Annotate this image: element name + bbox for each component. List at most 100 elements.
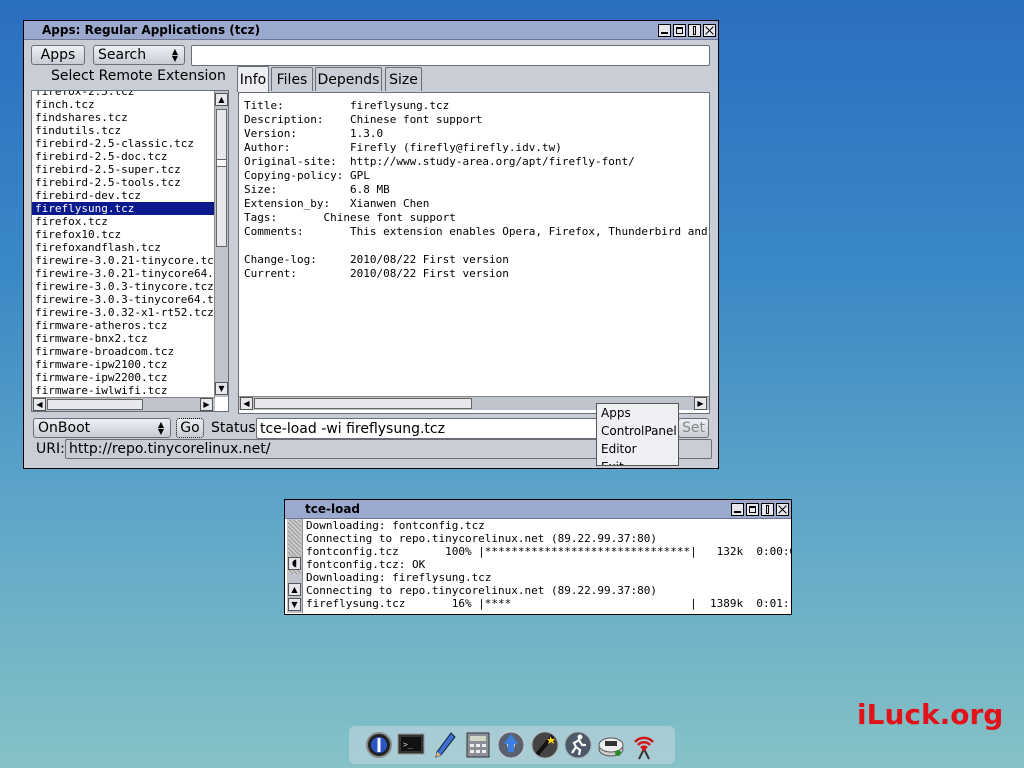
watermark-logo: iLuck.org xyxy=(857,698,1004,731)
terminal-scroll-down-icon[interactable]: ▼ xyxy=(288,598,301,611)
info-hscroll-thumb[interactable] xyxy=(254,398,472,409)
scroll-right-arrow-icon[interactable]: ▶ xyxy=(200,398,213,411)
tab-depends-label: Depends xyxy=(317,71,380,88)
terminal-line: fontconfig.tcz 100% |*******************… xyxy=(303,545,791,558)
extension-list-item[interactable]: firefox.tcz xyxy=(32,215,215,228)
terminal-line-text: Connecting to repo.tinycorelinux.net (89… xyxy=(306,532,657,545)
set-button[interactable]: Set xyxy=(678,418,709,438)
search-input[interactable] xyxy=(191,45,710,66)
scroll-down-arrow-icon[interactable]: ▼ xyxy=(215,382,228,395)
extension-list-item[interactable]: finch.tcz xyxy=(32,98,215,111)
terminal-output[interactable]: Downloading: fontconfig.tcz Connecting to… xyxy=(303,519,791,613)
hscroll-thumb[interactable] xyxy=(47,399,143,410)
info-line: Tags: Chinese font support xyxy=(244,211,456,224)
load-mode-select[interactable]: OnBoot ▲ ▼ xyxy=(33,418,171,438)
info-line: Comments: This extension enables Opera, … xyxy=(244,225,710,238)
extension-list[interactable]: firefox-2.5.tcz finch.tcz findshares.tcz fi… xyxy=(31,90,229,412)
terminal-line-text: fireflysung.tcz 16% |**** | 1389k 0:01:1… xyxy=(306,597,791,610)
tab-depends[interactable]: Depends xyxy=(315,67,382,91)
tab-files-label: Files xyxy=(276,71,308,88)
calculator-icon[interactable] xyxy=(463,730,493,760)
editor-pen-icon[interactable] xyxy=(430,730,460,760)
menu-item-apps[interactable]: Apps xyxy=(597,404,678,422)
status-label: Status xyxy=(211,420,256,436)
scroll-thumb[interactable] xyxy=(216,109,227,247)
power-icon[interactable] xyxy=(364,730,394,760)
info-line: Author: Firefly (firefly@firefly.idv.tw) xyxy=(244,141,562,154)
shade-button[interactable] xyxy=(688,23,701,37)
control-panel-icon[interactable] xyxy=(596,730,626,760)
extension-list-item[interactable]: firebird-2.5-classic.tcz xyxy=(32,137,215,150)
info-scroll-right-arrow-icon[interactable]: ▶ xyxy=(694,397,707,410)
extension-list-item[interactable]: firewire-3.0.32-x1-rt52.tcz xyxy=(32,306,215,319)
terminal-line-text: fontconfig.tcz 100% |*******************… xyxy=(306,545,791,558)
tab-files[interactable]: Files xyxy=(271,67,313,91)
apps-window-titlebar[interactable]: Apps: Regular Applications (tcz) xyxy=(24,21,718,40)
terminal-title: tce-load xyxy=(305,502,361,516)
extension-list-item[interactable]: findshares.tcz xyxy=(32,111,215,124)
load-mode-label: OnBoot xyxy=(38,420,91,436)
menu-item-controlpanel[interactable]: ControlPanel xyxy=(597,422,678,440)
extension-list-vscroll[interactable]: ▲ ▼ xyxy=(214,91,228,397)
uri-label: URI: xyxy=(36,441,65,457)
search-mode-select[interactable]: Search ▲ ▼ xyxy=(93,45,185,65)
info-line: Description: Chinese font support xyxy=(244,113,483,126)
extension-list-item[interactable]: firewire-3.0.3-tinycore64.tcz xyxy=(32,293,215,306)
set-label: Set xyxy=(682,420,705,436)
extension-list-item[interactable]: firmware-ipw2200.tcz xyxy=(32,371,215,384)
scroll-up-arrow-icon[interactable]: ▲ xyxy=(215,93,228,106)
extension-list-item[interactable]: findutils.tcz xyxy=(32,124,215,137)
terminal-scrollbar[interactable]: ◖ ▲ ▼ xyxy=(287,519,303,613)
mount-tool-icon[interactable] xyxy=(496,730,526,760)
tab-size-label: Size xyxy=(389,71,418,88)
extension-list-item[interactable]: firewire-3.0.3-tinycore.tcz xyxy=(32,280,215,293)
extension-list-item[interactable]: firebird-2.5-super.tcz xyxy=(32,163,215,176)
extension-list-item[interactable]: firmware-bnx2.tcz xyxy=(32,332,215,345)
info-line xyxy=(241,239,709,253)
maximize-button[interactable] xyxy=(746,502,759,516)
tab-info[interactable]: Info xyxy=(237,66,269,92)
extension-list-item[interactable]: firefoxandflash.tcz xyxy=(32,241,215,254)
menu-item-editor[interactable]: Editor xyxy=(597,440,678,458)
close-button[interactable] xyxy=(776,502,789,516)
extension-list-item[interactable]: firefox10.tcz xyxy=(32,228,215,241)
terminal-line-text: fontconfig.tcz: OK xyxy=(306,558,426,571)
wbar-popup-menu: Apps ControlPanel Editor Exit xyxy=(596,403,679,466)
extension-list-item[interactable]: firebird-dev.tcz xyxy=(32,189,215,202)
extension-list-item[interactable]: firebird-2.5-tools.tcz xyxy=(32,176,215,189)
updown-chevron-icon: ▲ ▼ xyxy=(157,420,164,436)
minimize-button[interactable] xyxy=(731,502,744,516)
info-scroll-left-arrow-icon[interactable]: ◀ xyxy=(240,397,253,410)
go-button[interactable]: Go xyxy=(176,418,204,438)
shade-button[interactable] xyxy=(761,502,774,516)
terminal-line: fireflysung.tcz 16% |**** | 1389k 0:01:1… xyxy=(303,597,791,610)
extension-list-item[interactable]: firmware-atheros.tcz xyxy=(32,319,215,332)
apps-menu-button[interactable]: Apps xyxy=(31,45,85,65)
close-button[interactable] xyxy=(703,23,716,37)
run-icon[interactable] xyxy=(563,730,593,760)
status-field: tce-load -wi fireflysung.tcz xyxy=(256,418,598,439)
menu-item-exit[interactable]: Exit xyxy=(597,458,678,465)
scroll-left-arrow-icon[interactable]: ◀ xyxy=(33,398,46,411)
terminal-titlebar[interactable]: tce-load xyxy=(285,500,791,519)
extension-list-item[interactable]: firewire-3.0.21-tinycore.tcz xyxy=(32,254,215,267)
info-line: Version: 1.3.0 xyxy=(244,127,384,140)
extension-list-item[interactable]: firmware-broadcom.tcz xyxy=(32,345,215,358)
terminal-icon[interactable]: >_ xyxy=(396,730,426,760)
extension-list-item[interactable]: firmware-ipw2100.tcz xyxy=(32,358,215,371)
wireless-icon[interactable] xyxy=(629,730,659,760)
extension-list-item[interactable]: firefox-2.5.tcz xyxy=(32,91,215,98)
tab-size[interactable]: Size xyxy=(385,67,422,91)
maximize-button[interactable] xyxy=(673,23,686,37)
wbar-dock: >_ xyxy=(349,726,675,764)
terminal-scroll-thumb-icon[interactable]: ◖ xyxy=(288,557,301,570)
terminal-scroll-up-icon[interactable]: ▲ xyxy=(288,583,301,596)
extension-list-item[interactable]: firmware-iwlwifi.tcz xyxy=(32,384,215,397)
extension-list-hscroll[interactable]: ◀ ▶ xyxy=(32,397,215,411)
window-title: Apps: Regular Applications (tcz) xyxy=(42,23,261,37)
extension-list-item[interactable]: firewire-3.0.21-tinycore64.tcz xyxy=(32,267,215,280)
extension-list-item[interactable]: fireflysung.tcz xyxy=(32,202,215,215)
extension-list-item[interactable]: firebird-2.5-doc.tcz xyxy=(32,150,215,163)
apps-wand-icon[interactable] xyxy=(530,730,560,760)
minimize-button[interactable] xyxy=(658,23,671,37)
